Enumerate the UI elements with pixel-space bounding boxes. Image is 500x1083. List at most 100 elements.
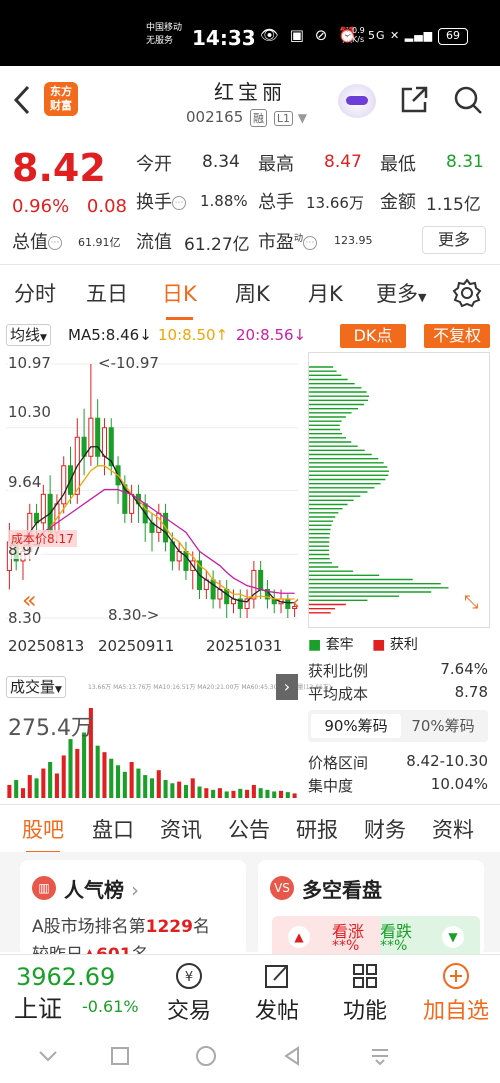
candle-body — [101, 427, 108, 457]
plus-circle-icon — [443, 963, 469, 989]
carrier-name: 中国移动 — [146, 23, 183, 33]
volume-bar — [211, 789, 216, 798]
volume-label: 总手 — [258, 192, 294, 213]
pe-value: 123.95 — [334, 234, 373, 247]
trade-button[interactable]: ¥ 交易 — [154, 961, 224, 1025]
chevron-right-icon[interactable]: › — [276, 674, 298, 700]
network-speed: 0.9 K/s — [352, 26, 365, 44]
tab-financials[interactable]: 财务 — [364, 814, 406, 844]
info-icon[interactable]: ⋯ — [48, 236, 62, 250]
legend-profit: 获利 — [389, 637, 418, 653]
add-watchlist-button[interactable]: 加自选 — [414, 961, 498, 1025]
volume-bar — [7, 784, 12, 798]
more-quote-button[interactable]: 更多 — [422, 226, 486, 254]
volume-bar — [136, 768, 141, 798]
index-change: -0.61% — [82, 997, 139, 1016]
chevron-down-icon[interactable]: ▼ — [298, 111, 307, 125]
tab-intraday[interactable]: 分时 — [14, 278, 56, 308]
info-icon[interactable]: ⋯ — [172, 196, 186, 210]
status-bar: 中国移动 无服务 14:33 👁 ▣ ⊘ ⏰ 0.9 K/s 5G ✕ ▂▄▆ … — [0, 0, 500, 66]
amount-label: 金额 — [380, 192, 416, 213]
tab-news[interactable]: 资讯 — [160, 814, 202, 844]
volume-bar — [34, 778, 39, 798]
collapse-icon[interactable]: ‹ — [292, 590, 300, 614]
rank-number: 1229 — [145, 917, 193, 937]
high-label: 最高 — [258, 154, 294, 175]
index-name: 上证 — [14, 995, 62, 1023]
tab-five-day[interactable]: 五日 — [86, 278, 128, 308]
features-button[interactable]: 功能 — [330, 961, 400, 1025]
carrier-info: 中国移动 无服务 — [146, 22, 182, 48]
candlestick-chart[interactable] — [6, 352, 298, 628]
recents-icon[interactable] — [108, 1044, 132, 1068]
volume-bar — [75, 748, 80, 798]
turnover-value: 1.88% — [200, 192, 248, 210]
chart-bar-icon: ▥ — [32, 876, 56, 900]
indicator-selector-label: 均线 — [10, 326, 41, 344]
dk-point-button[interactable]: DK点 — [340, 324, 406, 348]
chip-distribution[interactable] — [308, 352, 490, 628]
bull-vote-button[interactable]: ▲ 看涨 **% — [272, 916, 380, 956]
tab-chip-70[interactable]: 70%筹码 — [398, 714, 488, 738]
no-adjust-button[interactable]: 不复权 — [424, 324, 490, 348]
high-value: 8.47 — [324, 152, 362, 172]
volume-bar — [197, 786, 202, 798]
volume-selector[interactable]: 成交量▼ — [6, 676, 66, 698]
current-price: 8.42 — [12, 146, 106, 190]
back-nav-icon[interactable] — [280, 1044, 304, 1068]
tab-profile[interactable]: 资料 — [432, 814, 474, 844]
turnover-label: 换手 ⋯ — [136, 188, 186, 214]
volume-bar — [95, 745, 100, 798]
pe-label-text: 市盈 — [258, 232, 294, 253]
candle-body — [156, 512, 162, 533]
caret-down-icon: ▼ — [55, 685, 62, 695]
tab-weekly-k[interactable]: 周K — [235, 278, 270, 308]
volume-bar — [258, 788, 263, 798]
tab-more[interactable]: 更多▼ — [376, 278, 426, 308]
scroll-left-icon[interactable]: « — [22, 586, 46, 614]
speed-unit: K/s — [352, 35, 365, 44]
pe-sup: 动 — [294, 234, 304, 244]
tab-research[interactable]: 研报 — [296, 814, 338, 844]
bear-vote-button[interactable]: 看跌 **% ▼ — [380, 916, 480, 956]
yen-circle-icon: ¥ — [176, 963, 202, 989]
mcap-label-text: 总值 — [12, 232, 48, 253]
bull-value: **% — [332, 938, 360, 954]
tab-announcements[interactable]: 公告 — [228, 814, 270, 844]
assistant-avatar[interactable] — [338, 84, 376, 118]
stock-code-row[interactable]: 002165 融 L1 ▼ — [186, 108, 307, 127]
caret-down-icon: ▼ — [418, 291, 427, 304]
download-icon[interactable] — [368, 1044, 392, 1068]
chevron-down-icon[interactable] — [36, 1044, 60, 1068]
indicator-selector[interactable]: 均线▼ — [6, 324, 51, 346]
chip-legend: ■ 套牢 ■ 获利 — [308, 634, 418, 654]
rank-prefix: A股市场排名第 — [32, 917, 146, 937]
info-icon[interactable]: ⋯ — [303, 236, 318, 250]
tab-orderbook[interactable]: 盘口 — [92, 814, 134, 844]
candle-body — [183, 550, 189, 571]
share-icon[interactable] — [398, 84, 430, 116]
home-icon[interactable] — [194, 1044, 218, 1068]
gear-icon[interactable] — [452, 278, 482, 308]
tab-chip-90[interactable]: 90%筹码 — [311, 714, 401, 738]
robot-face-icon — [346, 96, 368, 105]
grid-icon — [353, 964, 377, 988]
sentiment-card[interactable]: VS 多空看盘 ▲ 看涨 **% 看跌 **% ▼ — [258, 860, 484, 956]
volume-bar — [122, 771, 127, 798]
post-button[interactable]: 发帖 — [242, 961, 312, 1025]
expand-icon[interactable]: ⤡ — [464, 592, 478, 613]
divider — [0, 264, 500, 265]
price-range-row: 价格区间 8.42-10.30 — [308, 752, 488, 773]
popularity-card[interactable]: ▥ 人气榜 › A股市场排名第1229名 较昨日▲601名 — [20, 860, 246, 956]
trade-label: 交易 — [166, 999, 211, 1024]
tab-monthly-k[interactable]: 月K — [308, 278, 343, 308]
search-icon[interactable] — [452, 84, 484, 116]
volume-bar — [190, 778, 195, 798]
volume-bar — [224, 791, 229, 798]
volume-bar — [245, 789, 250, 798]
candle-body — [88, 417, 94, 457]
tab-forum[interactable]: 股吧 — [22, 814, 64, 854]
tab-daily-k[interactable]: 日K — [162, 278, 197, 320]
volume-bar — [143, 775, 148, 798]
kline-tabs: 分时 五日 日K 周K 月K 更多▼ — [0, 270, 500, 320]
